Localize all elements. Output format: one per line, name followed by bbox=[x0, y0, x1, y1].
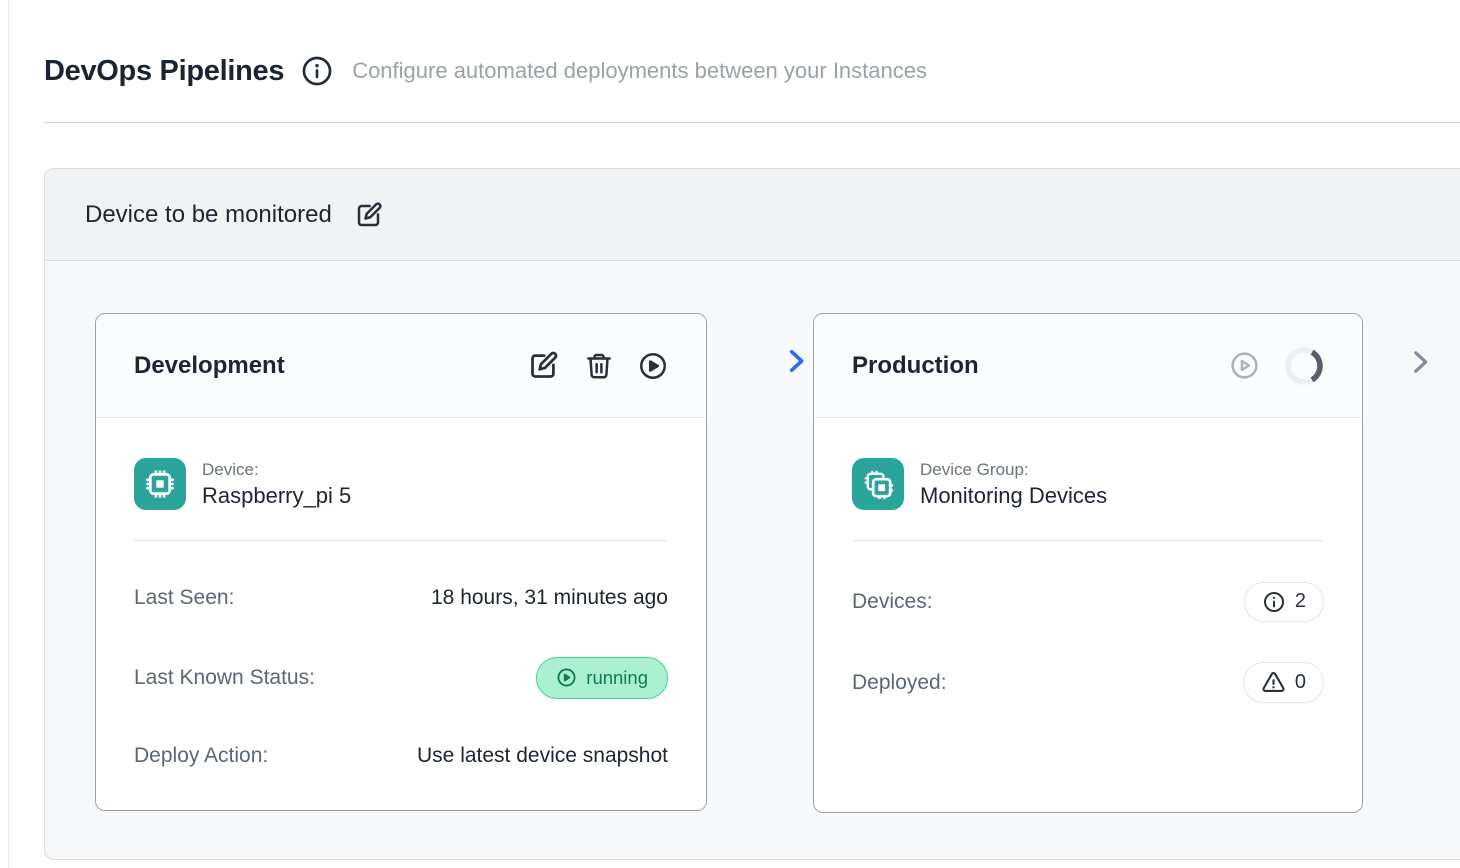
production-card-header: Production bbox=[814, 314, 1362, 418]
status-row: Last Known Status: running bbox=[134, 656, 668, 700]
devices-count: 2 bbox=[1295, 590, 1306, 613]
flow-chevron-icon bbox=[779, 344, 813, 378]
last-seen-value: 18 hours, 31 minutes ago bbox=[431, 586, 668, 610]
device-group-chip-icon bbox=[852, 458, 904, 510]
page-subtitle: Configure automated deployments between … bbox=[352, 58, 927, 84]
production-actions bbox=[1229, 346, 1324, 386]
running-play-icon bbox=[556, 667, 577, 688]
device-group-row: Device Group: Monitoring Devices bbox=[852, 458, 1324, 511]
status-label: Last Known Status: bbox=[134, 666, 315, 690]
production-card-body: Device Group: Monitoring Devices Devices… bbox=[814, 418, 1362, 705]
development-card-header: Development bbox=[96, 314, 706, 418]
layout-divider bbox=[8, 0, 9, 868]
run-icon-disabled[interactable] bbox=[1229, 350, 1260, 381]
deploy-action-label: Deploy Action: bbox=[134, 744, 268, 768]
device-chip-icon bbox=[134, 458, 186, 510]
deployed-count: 0 bbox=[1295, 671, 1306, 694]
device-name: Raspberry_pi 5 bbox=[202, 481, 351, 511]
development-title: Development bbox=[134, 352, 285, 380]
run-icon[interactable] bbox=[638, 351, 668, 381]
production-title: Production bbox=[852, 352, 979, 380]
info-icon[interactable] bbox=[300, 54, 334, 88]
device-info: Device: Raspberry_pi 5 bbox=[202, 458, 351, 511]
status-badge: running bbox=[536, 657, 668, 699]
development-card: Development bbox=[95, 313, 707, 811]
devices-count-pill[interactable]: 2 bbox=[1244, 582, 1324, 622]
deployed-count-pill[interactable]: 0 bbox=[1243, 662, 1324, 703]
deployed-row: Deployed: 0 bbox=[852, 661, 1324, 705]
pipeline-name: Device to be monitored bbox=[85, 201, 332, 229]
deploy-action-value: Use latest device snapshot bbox=[417, 744, 668, 768]
deployed-label: Deployed: bbox=[852, 671, 947, 695]
device-group-label: Device Group: bbox=[920, 459, 1107, 481]
device-group-info: Device Group: Monitoring Devices bbox=[920, 458, 1107, 511]
divider bbox=[134, 540, 668, 541]
development-actions bbox=[527, 349, 668, 382]
page-title: DevOps Pipelines bbox=[44, 55, 284, 88]
loading-spinner bbox=[1284, 346, 1324, 386]
last-seen-label: Last Seen: bbox=[134, 586, 234, 610]
delete-icon[interactable] bbox=[584, 351, 614, 381]
page-header: DevOps Pipelines Configure automated dep… bbox=[44, 54, 927, 88]
divider bbox=[852, 540, 1324, 541]
device-label: Device: bbox=[202, 459, 351, 481]
edit-icon[interactable] bbox=[527, 349, 560, 382]
devices-label: Devices: bbox=[852, 590, 933, 614]
warning-badge-icon bbox=[1261, 670, 1286, 695]
devices-row: Devices: 2 bbox=[852, 580, 1324, 624]
edit-pipeline-icon[interactable] bbox=[354, 200, 384, 230]
pipeline-panel: Device to be monitored Development bbox=[44, 168, 1460, 860]
production-card: Production bbox=[813, 313, 1363, 813]
header-rule bbox=[44, 122, 1460, 123]
status-badge-label: running bbox=[586, 667, 648, 689]
next-stage-chevron-icon[interactable] bbox=[1403, 345, 1437, 379]
device-group-name: Monitoring Devices bbox=[920, 481, 1107, 511]
device-row: Device: Raspberry_pi 5 bbox=[134, 458, 668, 511]
pipeline-panel-header: Device to be monitored bbox=[45, 169, 1460, 261]
info-badge-icon bbox=[1262, 590, 1286, 614]
last-seen-row: Last Seen: 18 hours, 31 minutes ago bbox=[134, 576, 668, 620]
deploy-action-row: Deploy Action: Use latest device snapsho… bbox=[134, 734, 668, 778]
development-card-body: Device: Raspberry_pi 5 Last Seen: 18 hou… bbox=[96, 418, 706, 778]
